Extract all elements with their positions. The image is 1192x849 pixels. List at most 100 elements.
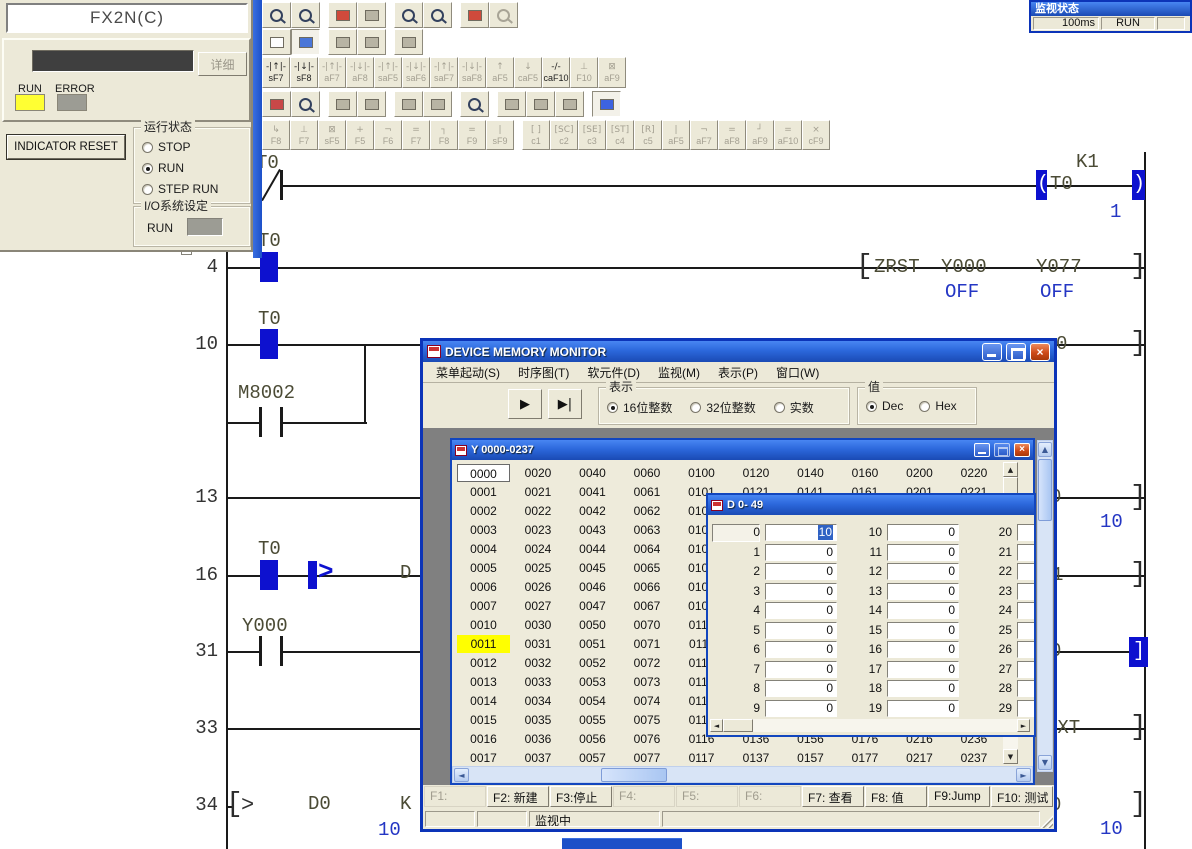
y-cell[interactable]: 0013 <box>457 673 510 691</box>
scroll-down-icon[interactable]: ▼ <box>1038 755 1052 770</box>
y-cell[interactable]: 0031 <box>512 635 565 653</box>
d-value-box[interactable]: 0 <box>887 563 959 580</box>
y-cell[interactable]: 0053 <box>566 673 619 691</box>
menu-item[interactable]: 窗口(W) <box>767 364 828 381</box>
y-cell[interactable]: 0016 <box>457 730 510 748</box>
y-cell[interactable]: 0035 <box>512 711 565 729</box>
y-cell[interactable]: 0100 <box>675 464 728 482</box>
y-cell[interactable]: 0017 <box>457 749 510 766</box>
y-cell[interactable]: 0011 <box>457 635 510 653</box>
y-cell[interactable]: 0040 <box>566 464 619 482</box>
y-cell[interactable]: 0177 <box>839 749 892 766</box>
y-cell[interactable]: 0117 <box>675 749 728 766</box>
y-cell[interactable]: 0077 <box>621 749 674 766</box>
fkey-F2[interactable]: F2: 新建 <box>487 786 549 807</box>
y-cell[interactable]: 0002 <box>457 502 510 520</box>
d-value-box[interactable]: 0 <box>887 544 959 561</box>
timer-coil[interactable] <box>1036 170 1047 200</box>
y-restore-button[interactable] <box>994 443 1010 457</box>
y-cell[interactable]: 0157 <box>784 749 837 766</box>
write-mode-button[interactable] <box>328 2 357 28</box>
y-cell[interactable]: 0137 <box>730 749 783 766</box>
toolbar-button-sF7[interactable]: -|↑|-sF7 <box>262 57 290 88</box>
y-cell[interactable]: 0045 <box>566 559 619 577</box>
open-contact-Y000[interactable] <box>256 636 286 666</box>
menu-item[interactable]: 软元件(D) <box>578 364 649 381</box>
y-cell[interactable]: 0047 <box>566 597 619 615</box>
d-value-box[interactable]: 0 <box>887 583 959 600</box>
d-window-titlebar[interactable]: D 0- 49 <box>708 495 1034 515</box>
d-value-box[interactable] <box>1017 544 1036 561</box>
new-document-button[interactable] <box>262 29 291 55</box>
y-cell[interactable]: 0055 <box>566 711 619 729</box>
menu-item[interactable]: 菜单起动(S) <box>427 364 509 381</box>
y-cell[interactable]: 0160 <box>839 464 892 482</box>
toolbar-button-sF8[interactable]: -|↓|-sF8 <box>290 57 318 88</box>
d-value-box[interactable]: 0 <box>887 622 959 639</box>
energized-contact-T0[interactable] <box>260 329 278 359</box>
d-value-box[interactable]: 0 <box>765 583 837 600</box>
y-cell[interactable]: 0032 <box>512 654 565 672</box>
close-button[interactable]: × <box>1030 343 1050 361</box>
indicator-reset-button[interactable]: INDICATOR RESET <box>7 135 125 159</box>
y-cell[interactable]: 0056 <box>566 730 619 748</box>
mdi-vscrollbar[interactable]: ▲ ▼ <box>1037 440 1053 772</box>
scroll-right-icon[interactable]: ► <box>1017 719 1030 732</box>
y-cell[interactable]: 0140 <box>784 464 837 482</box>
y-cell[interactable]: 0120 <box>730 464 783 482</box>
scroll-left-icon[interactable]: ◄ <box>454 768 469 782</box>
y-cell[interactable]: 0050 <box>566 616 619 634</box>
d-value-box[interactable] <box>1017 602 1036 619</box>
radio-RUN[interactable]: RUN <box>142 161 218 175</box>
menu-item[interactable]: 监视(M) <box>649 364 709 381</box>
d-value-box[interactable]: 0 <box>765 641 837 658</box>
y-cell[interactable]: 0065 <box>621 559 674 577</box>
y-cell[interactable]: 0043 <box>566 521 619 539</box>
y-cell[interactable]: 0061 <box>621 483 674 501</box>
d-value-box[interactable]: 0 <box>765 563 837 580</box>
radio-32位整数[interactable]: 32位整数 <box>690 399 755 416</box>
ladder-tree-button[interactable] <box>291 29 320 55</box>
clock-monitor-button[interactable] <box>291 91 320 117</box>
d-value-box[interactable] <box>1017 641 1036 658</box>
y-cell[interactable]: 0030 <box>512 616 565 634</box>
dmm-titlebar[interactable]: DEVICE MEMORY MONITOR × <box>423 341 1054 362</box>
transfer-button[interactable] <box>460 2 489 28</box>
y-cell[interactable]: 0237 <box>948 749 1000 766</box>
d-value-box[interactable]: 0 <box>887 641 959 658</box>
y-cell[interactable]: 0020 <box>512 464 565 482</box>
y-cell[interactable]: 0004 <box>457 540 510 558</box>
y-cell[interactable]: 0070 <box>621 616 674 634</box>
d-value-box[interactable] <box>1017 622 1036 639</box>
y-cell[interactable]: 0003 <box>457 521 510 539</box>
y-cell[interactable]: 0026 <box>512 578 565 596</box>
y-cell[interactable]: 0044 <box>566 540 619 558</box>
y-cell[interactable]: 0006 <box>457 578 510 596</box>
y-cell[interactable]: 0023 <box>512 521 565 539</box>
d-value-box[interactable] <box>1017 680 1036 697</box>
y-cell[interactable]: 0071 <box>621 635 674 653</box>
y-cell[interactable]: 0022 <box>512 502 565 520</box>
menu-item[interactable]: 表示(P) <box>709 364 767 381</box>
radio-实数[interactable]: 实数 <box>774 399 814 416</box>
y-cell[interactable]: 0033 <box>512 673 565 691</box>
y-cell[interactable]: 0025 <box>512 559 565 577</box>
y-cell[interactable]: 0052 <box>566 654 619 672</box>
d-value-box[interactable]: 0 <box>765 700 837 717</box>
d-value-box[interactable]: 0 <box>765 544 837 561</box>
fkey-F7[interactable]: F7: 查看 <box>802 786 864 807</box>
y-cell[interactable]: 0007 <box>457 597 510 615</box>
resize-grip[interactable] <box>1040 815 1053 828</box>
y-cell[interactable]: 0067 <box>621 597 674 615</box>
y-cell[interactable]: 0046 <box>566 578 619 596</box>
find-device-button[interactable] <box>460 91 489 117</box>
d-value-box[interactable] <box>1017 661 1036 678</box>
y-cell[interactable]: 0027 <box>512 597 565 615</box>
d-value-box[interactable]: 0 <box>765 622 837 639</box>
d-value-box[interactable]: 10 <box>765 524 837 541</box>
y-cell[interactable]: 0012 <box>457 654 510 672</box>
monitor-start-button[interactable]: ▶ <box>508 389 542 419</box>
y-cell[interactable]: 0073 <box>621 673 674 691</box>
monitor-values-button[interactable] <box>291 2 320 28</box>
radio-STEP RUN[interactable]: STEP RUN <box>142 182 218 196</box>
